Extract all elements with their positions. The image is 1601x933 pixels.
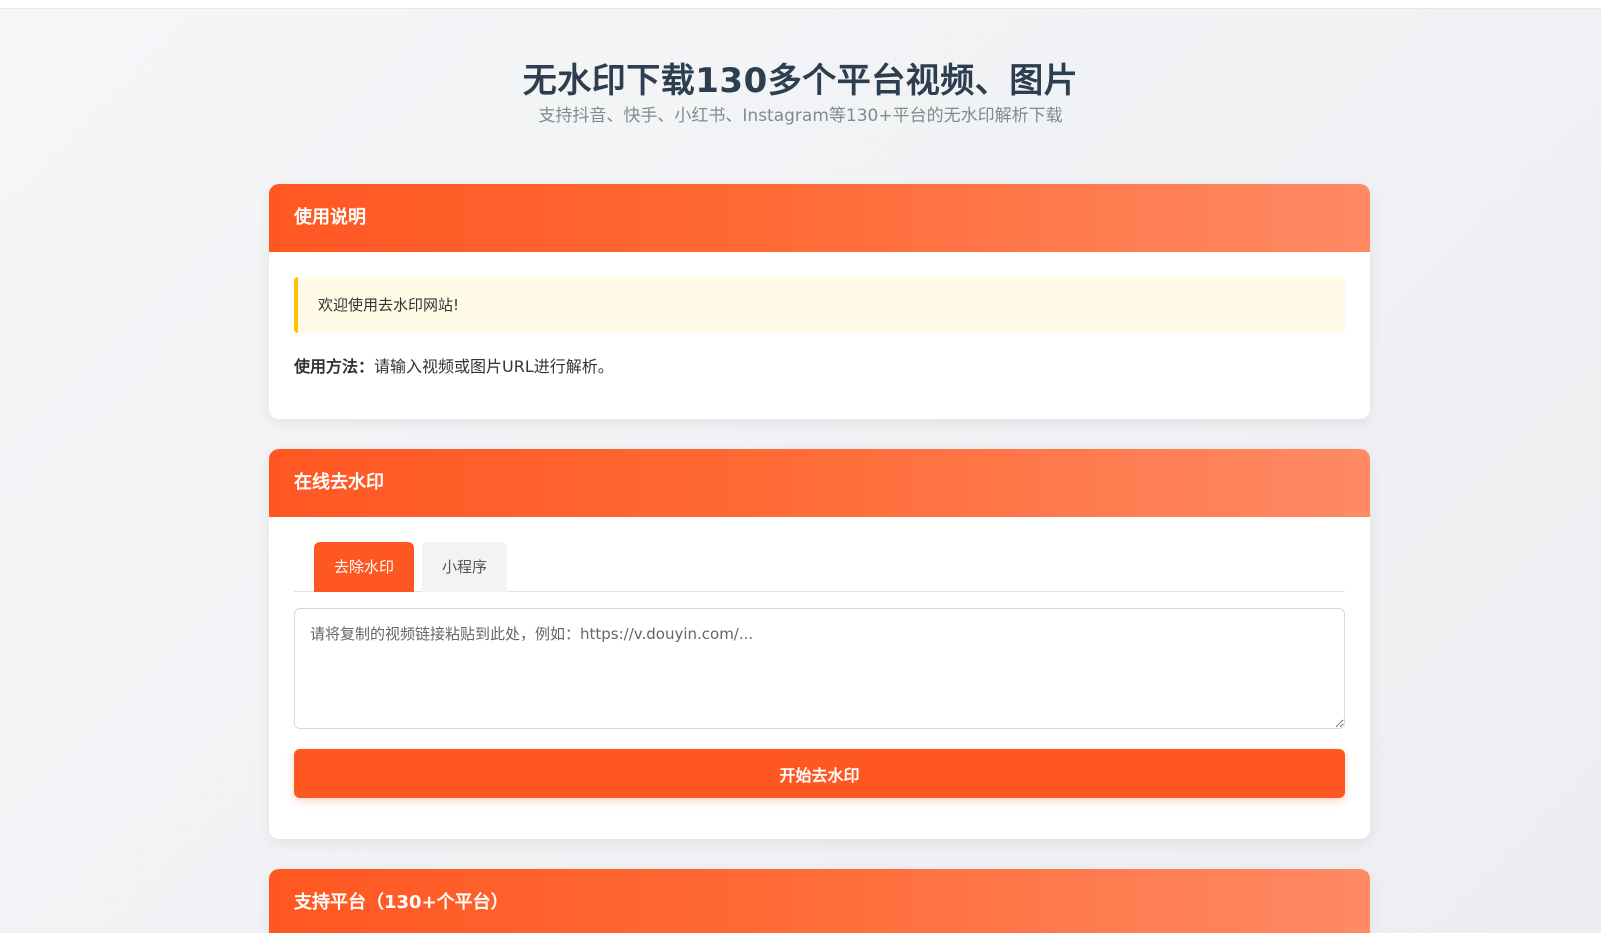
tool-card-body: 去除水印小程序 开始去水印 [269,517,1370,798]
watermark-tool-card: 在线去水印 去除水印小程序 开始去水印 [269,449,1370,839]
guide-card: 使用说明 欢迎使用去水印网站! 使用方法：请输入视频或图片URL进行解析。 [269,184,1370,419]
platforms-card: 支持平台（130+个平台） [269,869,1370,933]
platforms-card-header: 支持平台（130+个平台） [269,869,1370,933]
page-subtitle: 支持抖音、快手、小红书、Instagram等130+平台的无水印解析下载 [538,106,1063,126]
usage-label: 使用方法： [294,357,375,376]
browser-top-strip [0,0,1601,9]
usage-text: 请输入视频或图片URL进行解析。 [374,357,614,376]
hero: 无水印下载130多个平台视频、图片 支持抖音、快手、小红书、Instagram等… [0,58,1601,128]
tool-card-header: 在线去水印 [269,449,1370,517]
tool-tabs: 去除水印 小程序 [294,542,1345,592]
guide-card-body: 欢迎使用去水印网站! 使用方法：请输入视频或图片URL进行解析。 [269,252,1370,379]
usage-instructions: 使用方法：请输入视频或图片URL进行解析。 [294,355,1345,379]
welcome-notice: 欢迎使用去水印网站! [294,277,1345,333]
start-remove-watermark-button[interactable]: 开始去水印 [294,749,1345,798]
tab-mini-program[interactable]: 小程序 [422,542,508,592]
tab-remove-watermark[interactable]: 去除水印 [314,542,415,592]
video-url-input[interactable] [294,608,1345,729]
page-title: 无水印下载130多个平台视频、图片 [522,61,1079,101]
guide-card-header: 使用说明 [269,184,1370,252]
